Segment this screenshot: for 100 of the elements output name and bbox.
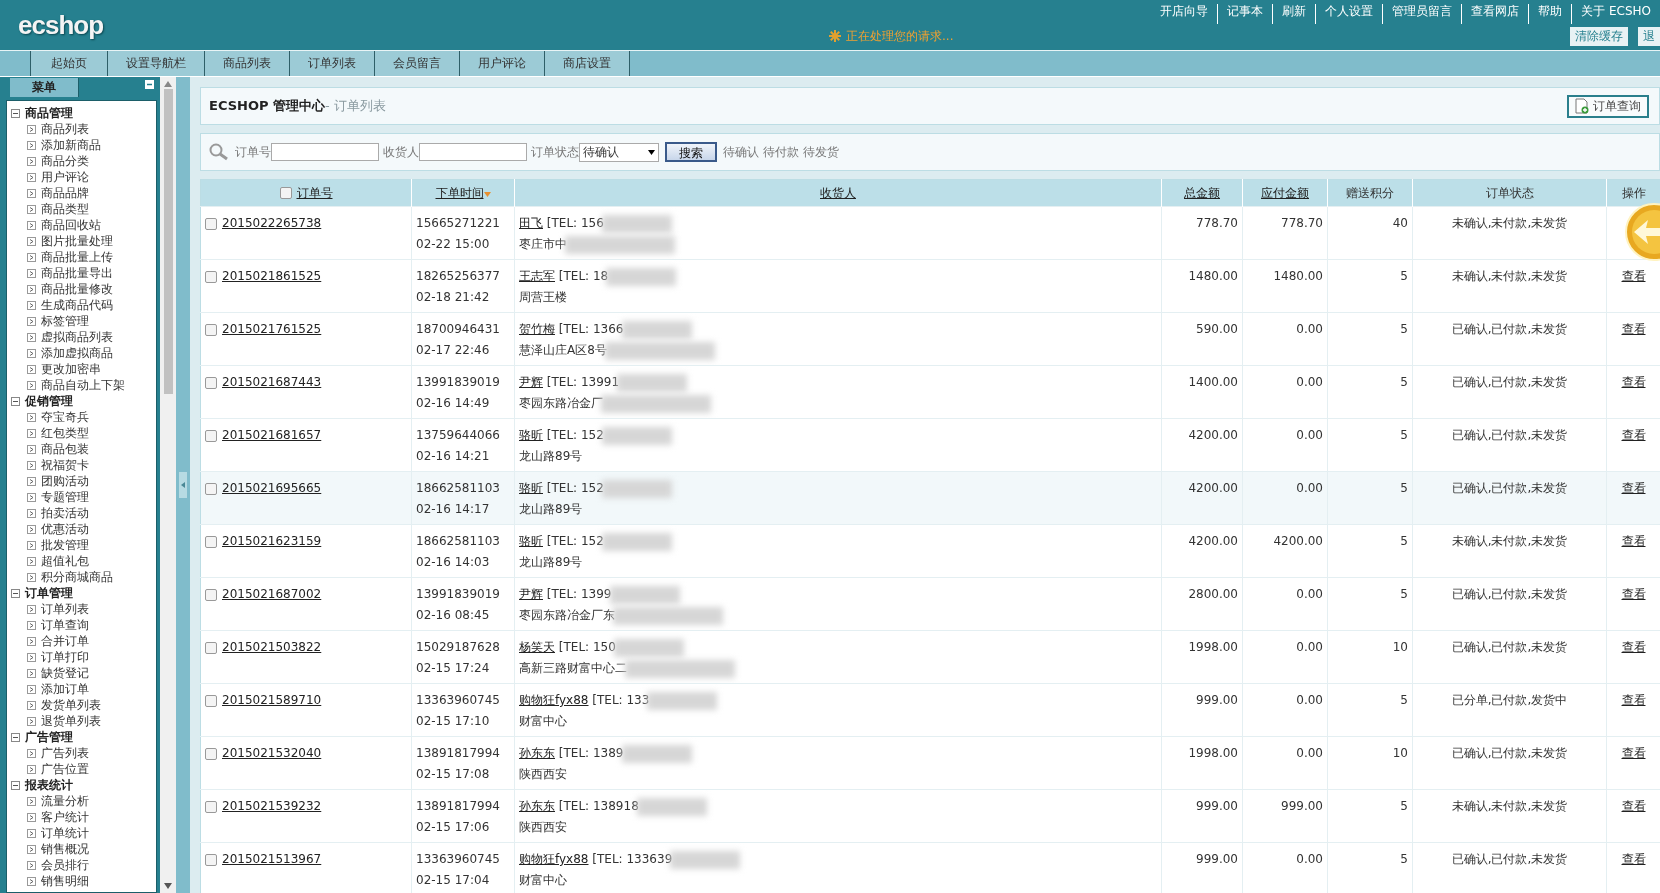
scrollbar-thumb[interactable] [163, 89, 173, 394]
menu-item[interactable]: 广告列表 [41, 744, 89, 762]
order-number-field[interactable] [271, 143, 379, 161]
order-link[interactable]: 2015022265738 [222, 216, 322, 230]
view-link[interactable]: 查看 [1621, 799, 1646, 813]
header-link[interactable]: 关于 ECSHO [1571, 4, 1660, 24]
menu-item[interactable]: 图片批量处理 [41, 232, 113, 250]
menu-item[interactable]: 更改加密串 [41, 360, 101, 378]
menu-item[interactable]: 销售概况 [41, 840, 89, 858]
collapse-icon[interactable] [11, 780, 20, 790]
header-link[interactable]: 帮助 [1528, 4, 1572, 24]
consignee-link[interactable]: 购物狂fyx88 [519, 693, 589, 707]
consignee-link[interactable]: 贺竹梅 [519, 322, 555, 336]
checkbox[interactable] [279, 187, 292, 199]
order-link[interactable]: 2015021532040 [222, 746, 322, 760]
view-link[interactable]: 查看 [1621, 746, 1646, 760]
menu-group[interactable]: 报表统计 [25, 776, 73, 794]
order-link[interactable]: 2015021623159 [222, 534, 322, 548]
menu-item[interactable]: 商品回收站 [41, 216, 101, 234]
view-link[interactable]: 查看 [1621, 269, 1646, 283]
filter-link[interactable]: 待确认 [723, 143, 759, 161]
header-link[interactable]: 管理员留言 [1382, 4, 1462, 24]
checkbox[interactable] [205, 323, 217, 336]
nav-tab[interactable]: 用户评论 [459, 51, 545, 76]
menu-item[interactable]: 订单打印 [41, 648, 89, 666]
menu-item[interactable]: 发货单列表 [41, 696, 101, 714]
menu-item[interactable]: 商品批量上传 [41, 248, 113, 266]
collapse-icon[interactable] [11, 108, 20, 118]
menu-item[interactable]: 生成商品代码 [41, 296, 113, 314]
consignee-link[interactable]: 孙东东 [519, 799, 555, 813]
order-link[interactable]: 2015021681657 [222, 428, 322, 442]
header-link[interactable]: 刷新 [1272, 4, 1316, 24]
nav-tab[interactable]: 设置导航栏 [107, 51, 205, 76]
menu-item[interactable]: 商品品牌 [41, 184, 89, 202]
menu-item[interactable]: 商品批量修改 [41, 280, 113, 298]
menu-item[interactable]: 用户评论 [41, 168, 89, 186]
view-link[interactable]: 查看 [1621, 693, 1646, 707]
menu-item[interactable]: 订单统计 [41, 824, 89, 842]
header-link[interactable]: 开店向导 [1151, 4, 1218, 24]
scroll-down-icon[interactable] [164, 883, 172, 889]
scrollbar[interactable] [160, 77, 176, 893]
menu-group[interactable]: 广告管理 [25, 728, 73, 746]
order-link[interactable]: 2015021861525 [222, 269, 322, 283]
menu-tab[interactable]: 菜单 [10, 78, 79, 97]
checkbox[interactable] [205, 853, 217, 866]
order-link[interactable]: 2015021687443 [222, 375, 322, 389]
view-link[interactable]: 查看 [1621, 322, 1646, 336]
menu-item[interactable]: 拍卖活动 [41, 504, 89, 522]
view-link[interactable]: 查看 [1621, 375, 1646, 389]
menu-item[interactable]: 商品包装 [41, 440, 89, 458]
menu-item[interactable]: 批发管理 [41, 536, 89, 554]
menu-item[interactable]: 积分商城商品 [41, 568, 113, 586]
view-link[interactable]: 查看 [1621, 587, 1646, 601]
menu-item[interactable]: 客户统计 [41, 808, 89, 826]
view-link[interactable]: 查看 [1621, 534, 1646, 548]
nav-tab[interactable]: 订单列表 [289, 51, 375, 76]
search-button[interactable]: 搜索 [665, 142, 717, 162]
collapse-icon[interactable] [11, 588, 20, 598]
order-link[interactable]: 2015021695665 [222, 481, 322, 495]
view-link[interactable]: 查看 [1621, 481, 1646, 495]
menu-item[interactable]: 广告位置 [41, 760, 89, 778]
collapse-icon[interactable] [11, 396, 20, 406]
order-link[interactable]: 2015021687002 [222, 587, 322, 601]
menu-item[interactable]: 添加虚拟商品 [41, 344, 113, 362]
collapse-handle[interactable] [179, 472, 187, 498]
column-header[interactable]: 订单号 [296, 185, 333, 200]
consignee-field[interactable] [419, 143, 527, 161]
checkbox[interactable] [205, 747, 217, 760]
menu-item[interactable]: 订单查询 [41, 616, 89, 634]
status-select[interactable]: 待确认 [579, 142, 659, 162]
menu-item[interactable]: 流量分析 [41, 792, 89, 810]
nav-tab[interactable]: 会员留言 [374, 51, 460, 76]
scroll-up-icon[interactable] [164, 81, 172, 87]
menu-item[interactable]: 标签管理 [41, 312, 89, 330]
order-query-button[interactable]: 订单查询 [1567, 94, 1649, 118]
consignee-link[interactable]: 田飞 [519, 216, 543, 230]
menu-item[interactable]: 订单列表 [41, 600, 89, 618]
checkbox[interactable] [205, 429, 217, 442]
menu-item[interactable]: 祝福贺卡 [41, 456, 89, 474]
menu-item[interactable]: 销售明细 [41, 872, 89, 890]
menu-item[interactable]: 团购活动 [41, 472, 89, 490]
view-link[interactable]: 查看 [1621, 640, 1646, 654]
consignee-link[interactable]: 王志军 [519, 269, 555, 283]
view-link[interactable]: 查看 [1621, 852, 1646, 866]
menu-item[interactable]: 缺货登记 [41, 664, 89, 682]
menu-item[interactable]: 夺宝奇兵 [41, 408, 89, 426]
menu-item[interactable]: 商品类型 [41, 200, 89, 218]
collapse-icon[interactable] [11, 732, 20, 742]
checkbox[interactable] [205, 217, 217, 230]
consignee-link[interactable]: 购物狂fyx88 [519, 852, 589, 866]
menu-item[interactable]: 退货单列表 [41, 712, 101, 730]
minimize-icon[interactable] [145, 80, 154, 89]
consignee-link[interactable]: 骆昕 [519, 481, 543, 495]
checkbox[interactable] [205, 270, 217, 283]
nav-tab[interactable]: 起始页 [30, 51, 108, 76]
menu-item[interactable]: 商品列表 [41, 120, 89, 138]
menu-group[interactable]: 订单管理 [25, 584, 73, 602]
filter-link[interactable]: 待付款 [763, 143, 799, 161]
view-link[interactable]: 查看 [1621, 428, 1646, 442]
menu-item[interactable]: 商品自动上下架 [41, 376, 125, 394]
